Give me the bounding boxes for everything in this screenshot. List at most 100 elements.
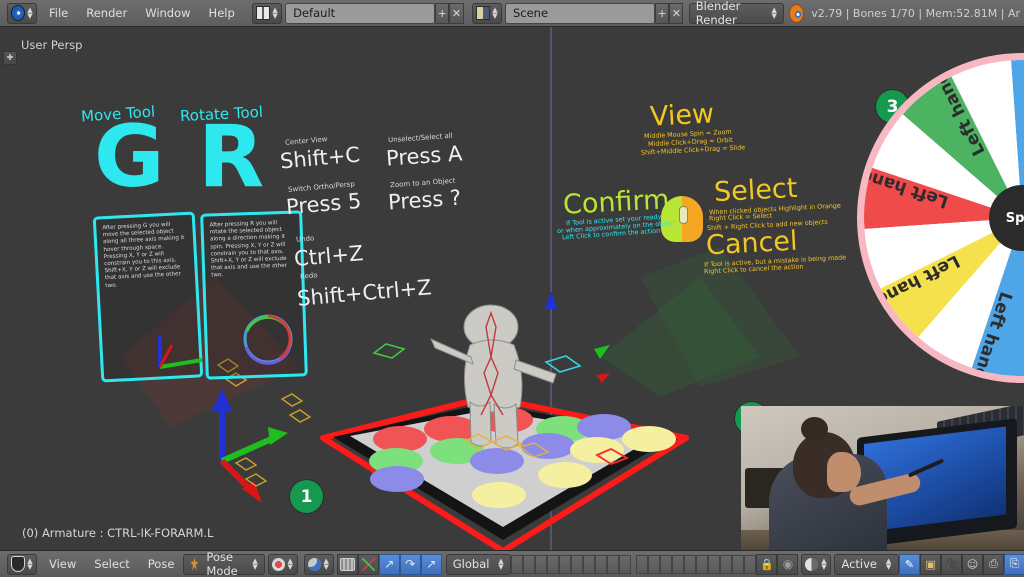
proportional-edit-icon [339, 557, 355, 571]
object-mode-icon [11, 556, 25, 572]
blender-menu-icon [11, 5, 25, 21]
interaction-mode-select[interactable]: Pose Mode ▲ ▼ [183, 550, 265, 577]
badge-1: 1 [290, 480, 323, 513]
version-status-text: v2.79 | Bones 1/70 | Mem:52.81M | Ar [811, 6, 1020, 20]
pose-mode-icon [190, 557, 199, 571]
menu-render[interactable]: Render [77, 3, 136, 24]
wheel-segment-label: Left hand [872, 250, 963, 310]
footer-menu-pose[interactable]: Pose [139, 554, 184, 575]
layer-button[interactable] [696, 554, 709, 574]
layer-button[interactable] [708, 554, 721, 574]
layer-button[interactable] [511, 554, 524, 574]
render-image-button[interactable]: ▣ [920, 553, 942, 575]
layer-button[interactable] [619, 554, 632, 574]
scene-layers-grid-2[interactable] [636, 554, 757, 574]
spinner-wheel-disc[interactable]: Left foot Left foot Left foot Left foot … [857, 53, 1024, 383]
menu-window[interactable]: Window [136, 3, 199, 24]
footer-menu-view[interactable]: View [40, 554, 85, 575]
viewport-footer-bar: ▲ ▼ View Select Pose Pose Mode ▲ ▼ ▲ ▼ ▲ ▼ [0, 550, 1024, 577]
layer-button[interactable] [720, 554, 733, 574]
scene-delete-button[interactable]: ✕ [669, 2, 684, 24]
pivot-point-icon [271, 557, 285, 571]
scene-icon [475, 6, 490, 20]
manipulator-extra-button[interactable]: ↗ [420, 553, 442, 575]
wheel-segment-label: Left hand [857, 164, 952, 212]
translate-manipulator-button[interactable] [357, 553, 379, 575]
layer-button[interactable] [523, 554, 536, 574]
chevron-updown-icon: ▲ ▼ [287, 557, 293, 571]
snap-magnet-icon [307, 557, 321, 571]
proportional-edit-button[interactable] [336, 553, 358, 575]
render-animation-button[interactable]: 🎥 [941, 553, 963, 575]
scale-manipulator-icon: ↷ [405, 557, 416, 571]
texture-paint-icon: ✎ [904, 557, 915, 571]
layer-button[interactable] [744, 554, 757, 574]
render-animation-icon: 🎥 [944, 557, 959, 571]
ghost-button[interactable]: ☺ [962, 553, 984, 575]
chevron-updown-icon: ▲ ▼ [492, 6, 498, 20]
texture-paint-button[interactable]: ✎ [899, 553, 921, 575]
pivot-point-button[interactable]: ▲ ▼ [267, 553, 298, 575]
scene-browse-button[interactable]: ▲ ▼ [471, 2, 502, 24]
layer-button[interactable] [559, 554, 572, 574]
move-tool-key: G [94, 107, 165, 207]
viewport-shading-icon [805, 557, 819, 571]
layer-button[interactable] [684, 554, 697, 574]
layer-button[interactable] [571, 554, 584, 574]
screen-layout-field[interactable]: Default [285, 2, 436, 24]
editor-type-button[interactable]: ▲ ▼ [7, 2, 37, 24]
lock-icon: 🔒 [760, 557, 774, 571]
render-image-icon: ▣ [925, 557, 936, 571]
move-tool-body: After pressing G you will move the selec… [102, 221, 185, 289]
layer-button[interactable] [648, 554, 661, 574]
layer-button[interactable] [636, 554, 649, 574]
paste-pose-icon: ⎘ [1010, 557, 1019, 570]
render-only-button[interactable]: ◉ [777, 553, 799, 575]
screen-layout-type-button[interactable]: ▲ ▼ [252, 2, 283, 24]
shading-mode-select[interactable]: Active ▲ ▼ [834, 553, 900, 575]
layer-button[interactable] [660, 554, 673, 574]
rotate-manipulator-button[interactable]: ↗ [378, 553, 400, 575]
chevron-updown-icon: ▲ ▼ [771, 6, 777, 20]
chevron-updown-icon: ▲ ▼ [323, 557, 329, 571]
render-engine-select[interactable]: Blender Render ▲ ▼ [688, 0, 784, 27]
copy-pose-button[interactable]: ⎙ [983, 553, 1005, 575]
render-engine-value: Blender Render [695, 0, 741, 27]
snap-button[interactable]: ▲ ▼ [303, 553, 334, 575]
shading-mode-value: Active [841, 557, 878, 571]
paste-pose-button[interactable]: ⎘ [1004, 553, 1024, 575]
3d-viewport[interactable]: ✚ User Persp (0) Armature : CTRL-IK-FORA… [0, 27, 1024, 550]
scale-manipulator-button[interactable]: ↷ [399, 553, 421, 575]
transform-orientation-select[interactable]: Global ▲ ▼ [445, 553, 512, 575]
spinner-wheel[interactable]: Left foot Left foot Left foot Left foot … [857, 53, 1024, 383]
scene-name-field[interactable]: Scene [504, 2, 655, 24]
chevron-updown-icon: ▲ ▼ [821, 557, 827, 571]
scene-add-button[interactable]: + [654, 2, 670, 24]
layer-button[interactable] [547, 554, 560, 574]
chevron-updown-icon: ▲ ▼ [252, 557, 258, 571]
layer-button[interactable] [595, 554, 608, 574]
footer-menu-select[interactable]: Select [85, 554, 138, 575]
editor-type-button-footer[interactable]: ▲ ▼ [7, 553, 37, 575]
layer-button[interactable] [583, 554, 596, 574]
layer-button[interactable] [732, 554, 745, 574]
rotate-tool-key: R [198, 107, 265, 207]
chevron-updown-icon: ▲ ▼ [27, 557, 33, 571]
menu-file[interactable]: File [40, 3, 77, 24]
layer-button[interactable] [672, 554, 685, 574]
translate-manipulator-icon [361, 557, 375, 571]
viewport-shading-button[interactable]: ▲ ▼ [801, 553, 832, 575]
mouse-wheel-icon [678, 206, 688, 225]
screen-layout-add-button[interactable]: + [435, 2, 450, 24]
blender-logo-icon [789, 3, 805, 23]
menu-help[interactable]: Help [200, 3, 244, 24]
ghost-icon: ☺ [966, 557, 979, 571]
scene-layers-grid[interactable] [511, 554, 632, 574]
screen-layout-delete-button[interactable]: ✕ [449, 2, 464, 24]
lock-button[interactable]: 🔒 [756, 553, 778, 575]
wheel-segment-label: Left hand [968, 288, 1016, 383]
render-only-icon: ◉ [782, 557, 794, 571]
layer-button[interactable] [535, 554, 548, 574]
top-header-bar: ▲ ▼ File Render Window Help ▲ ▼ Default + … [0, 0, 1024, 27]
layer-button[interactable] [607, 554, 620, 574]
